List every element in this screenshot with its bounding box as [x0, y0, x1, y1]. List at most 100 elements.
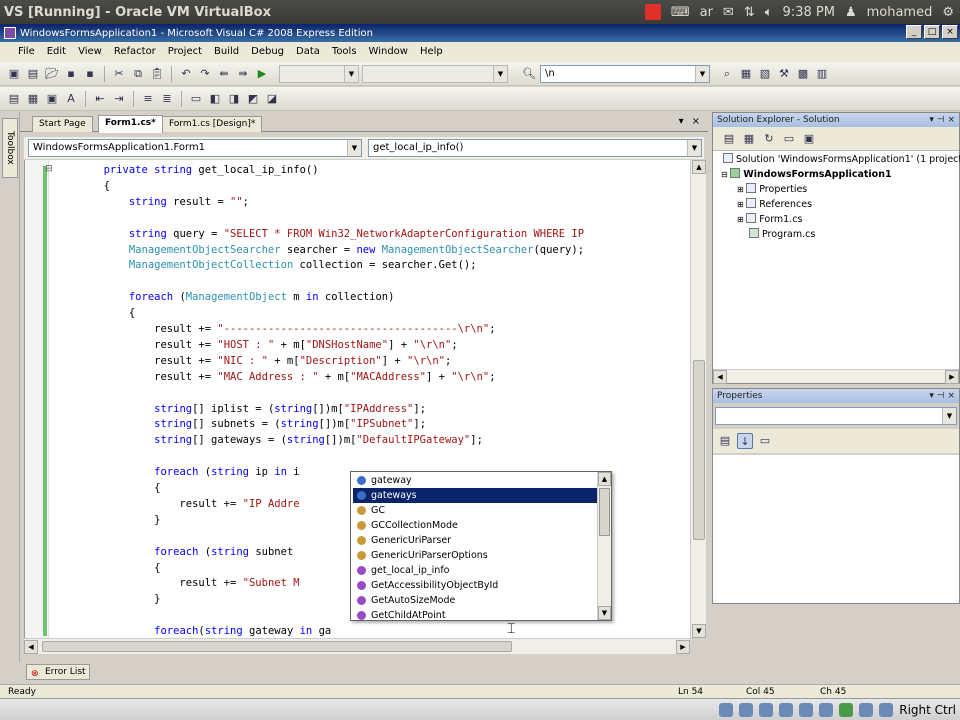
intellisense-list[interactable]: gateway gateways GC GCCollectionMode Generic… [350, 471, 612, 621]
collapse-region-icon[interactable]: ⊟ [45, 164, 53, 174]
horizontal-scroll-thumb[interactable] [42, 641, 512, 652]
code-line[interactable]: string query = "SELECT * FROM Win32_Netw… [53, 226, 584, 242]
close-tab-icon[interactable]: × [692, 116, 700, 127]
intellisense-item[interactable]: GenericUriParser [353, 533, 597, 548]
usb-icon[interactable] [759, 702, 774, 717]
editor-vertical-scrollbar[interactable]: ▲ ▼ [690, 160, 706, 638]
tab-form1-cs[interactable]: Form1.cs* [98, 115, 163, 133]
menu-file[interactable]: File [12, 42, 41, 62]
start-debugging-icon[interactable]: ▶ [254, 66, 270, 82]
code-line[interactable]: result += "HOST : " + m["DNSHostName"] +… [53, 337, 458, 353]
menu-help[interactable]: Help [414, 42, 449, 62]
shared-folders-icon[interactable] [779, 702, 794, 717]
menu-tools[interactable]: Tools [326, 42, 363, 62]
find-icon[interactable]: ⌕ [719, 66, 735, 82]
minimize-button[interactable]: _ [906, 25, 922, 39]
tab-form1-design[interactable]: Form1.cs [Design]* [162, 116, 263, 132]
next-bookmark-folder-icon[interactable]: ◩ [245, 91, 261, 107]
code-line[interactable]: foreach(string gateway in ga [53, 623, 331, 638]
code-line[interactable]: string[] gateways = (string[])m["Default… [53, 432, 483, 448]
mail-icon[interactable]: ✉ [723, 5, 734, 20]
mouse-integration-icon[interactable] [859, 702, 874, 717]
clear-bookmarks-icon[interactable]: ◪ [264, 91, 280, 107]
network-adapter-icon[interactable] [799, 702, 814, 717]
solution-explorer-hscrollbar[interactable]: ◀ ▶ [713, 369, 959, 384]
power-gear-icon[interactable]: ⚙ [942, 5, 954, 20]
tree-solution[interactable]: Solution 'WindowsFormsApplication1' (1 p… [723, 153, 960, 167]
intellisense-scroll-thumb[interactable] [599, 488, 610, 536]
increase-indent-icon[interactable]: ⇥ [111, 91, 127, 107]
menu-window[interactable]: Window [363, 42, 414, 62]
view-designer-icon[interactable]: ▣ [801, 131, 817, 147]
code-line[interactable]: foreach (string ip in i [53, 464, 299, 480]
new-project-icon[interactable]: ▣ [6, 66, 22, 82]
tree-item-program[interactable]: Program.cs [749, 228, 815, 242]
scroll-up-icon[interactable]: ▲ [598, 472, 611, 486]
solution-platform-combo[interactable]: ▼ [362, 64, 508, 83]
intellisense-item[interactable]: get_local_ip_info [353, 563, 597, 578]
intellisense-item[interactable]: GetChildAtPoint [353, 608, 597, 623]
property-pages-icon[interactable]: ▭ [757, 433, 773, 449]
redo-icon[interactable]: ↷ [197, 66, 213, 82]
code-line[interactable]: result += "MAC Address : " + m["MACAddre… [53, 369, 495, 385]
view-code-icon[interactable]: ▭ [781, 131, 797, 147]
vs-app-icon[interactable] [4, 27, 16, 39]
class-combo[interactable]: WindowsFormsApplication1.Form1 ▼ [28, 139, 362, 157]
next-bookmark-icon[interactable]: ◨ [226, 91, 242, 107]
menu-build[interactable]: Build [208, 42, 245, 62]
code-line[interactable]: string[] iplist = (string[])m["IPAddress… [53, 401, 426, 417]
code-line[interactable]: ManagementObjectCollection collection = … [53, 257, 477, 273]
add-item-icon[interactable]: ▤ [25, 66, 41, 82]
volume-icon[interactable]: 🔈︎ [765, 5, 773, 20]
intellisense-item[interactable]: GCCollectionMode [353, 518, 597, 533]
properties-window-icon[interactable]: ▧ [757, 66, 773, 82]
intellisense-item[interactable]: GetAccessibilityObjectById [353, 578, 597, 593]
find-in-files-icon[interactable]: 🔍︎ [521, 66, 537, 82]
uncomment-lines-icon[interactable]: ≣ [159, 91, 175, 107]
properties-icon[interactable]: ▤ [721, 131, 737, 147]
toggle-bookmark-icon[interactable]: ▭ [188, 91, 204, 107]
scroll-up-icon[interactable]: ▲ [692, 160, 706, 174]
menu-edit[interactable]: Edit [41, 42, 72, 62]
scroll-right-icon[interactable]: ▶ [676, 640, 690, 654]
intellisense-item[interactable]: GC [353, 503, 597, 518]
menu-debug[interactable]: Debug [245, 42, 290, 62]
optical-drive-icon[interactable] [739, 702, 754, 717]
display-icon[interactable] [819, 702, 834, 717]
code-line[interactable]: { [53, 560, 160, 576]
scroll-left-icon[interactable]: ◀ [24, 640, 38, 654]
code-line[interactable]: foreach (string subnet [53, 544, 293, 560]
tree-item-references[interactable]: ⊞ References [737, 198, 812, 212]
object-selector-combo[interactable]: ▼ [715, 407, 957, 425]
start-page-icon[interactable]: ▥ [814, 66, 830, 82]
code-line[interactable]: result += "IP Addre [53, 496, 299, 512]
solution-config-combo[interactable]: ▼ [279, 64, 359, 83]
maximize-button[interactable]: □ [924, 25, 940, 39]
clock[interactable]: 9:38 PM [783, 5, 835, 20]
intellisense-scrollbar[interactable]: ▲ ▼ [597, 472, 611, 620]
error-list-tab[interactable]: ⊗ Error List [26, 664, 90, 680]
keyboard-layout[interactable]: ar [700, 5, 713, 20]
refresh-icon[interactable]: ↻ [761, 131, 777, 147]
keyboard-icon[interactable]: ⌨ [671, 5, 690, 20]
decrease-indent-icon[interactable]: ⇤ [92, 91, 108, 107]
menu-refactor[interactable]: Refactor [108, 42, 162, 62]
code-line[interactable]: { [53, 305, 135, 321]
tree-item-form1[interactable]: ⊞ Form1.cs [737, 213, 802, 227]
categorized-icon[interactable]: ▤ [717, 433, 733, 449]
tree-project[interactable]: ⊟ WindowsFormsApplication1 [721, 168, 892, 182]
intellisense-item[interactable]: GetAutoSizeMode [353, 593, 597, 608]
scroll-left-icon[interactable]: ◀ [713, 370, 727, 384]
parameter-info-icon[interactable]: ▦ [25, 91, 41, 107]
quick-info-icon[interactable]: ▣ [44, 91, 60, 107]
scroll-down-icon[interactable]: ▼ [692, 624, 706, 638]
user-name[interactable]: mohamed [867, 5, 933, 20]
undo-icon[interactable]: ↶ [178, 66, 194, 82]
code-line[interactable]: ManagementObjectSearcher searcher = new … [53, 242, 584, 258]
expand-icon[interactable]: ⊞ [737, 215, 746, 224]
code-line[interactable]: result += "NIC : " + m["Description"] + … [53, 353, 451, 369]
virtualization-icon[interactable] [839, 702, 854, 717]
scroll-right-icon[interactable]: ▶ [945, 370, 959, 384]
member-combo[interactable]: get_local_ip_info() ▼ [368, 139, 702, 157]
code-line[interactable]: { [53, 480, 160, 496]
